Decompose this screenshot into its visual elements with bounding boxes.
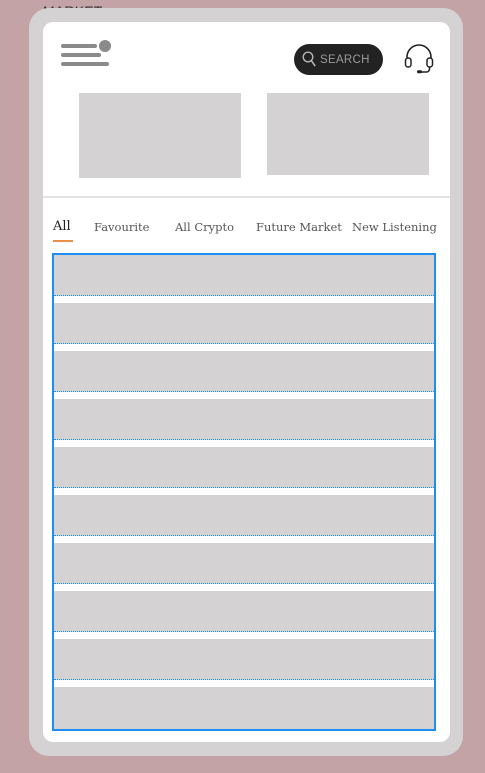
market-list — [52, 253, 436, 731]
tab-future-market[interactable]: Future Market — [256, 220, 342, 234]
list-item[interactable] — [54, 543, 434, 584]
menu-icon-dot — [99, 40, 111, 52]
search-box[interactable] — [294, 44, 383, 75]
menu-icon-bar — [61, 53, 101, 57]
list-item[interactable] — [54, 447, 434, 488]
list-item[interactable] — [54, 351, 434, 392]
list-item[interactable] — [54, 495, 434, 536]
menu-icon-bar — [61, 44, 97, 48]
list-item[interactable] — [54, 399, 434, 440]
menu-icon-bar — [61, 62, 109, 66]
headset-icon[interactable] — [403, 43, 435, 75]
search-input[interactable] — [320, 44, 378, 75]
banner-placeholder[interactable] — [79, 93, 241, 178]
list-item[interactable] — [54, 303, 434, 344]
divider — [43, 196, 450, 198]
menu-icon[interactable] — [61, 40, 111, 68]
phone-screen: All Favourite All Crypto Future Market N… — [43, 22, 450, 742]
tab-all[interactable]: All — [53, 219, 71, 234]
list-item[interactable] — [54, 255, 434, 296]
tab-new-listening[interactable]: New Listening — [352, 220, 437, 234]
tab-bar: All Favourite All Crypto Future Market N… — [43, 218, 450, 248]
tab-all-crypto[interactable]: All Crypto — [175, 220, 234, 234]
list-item[interactable] — [54, 687, 434, 729]
search-icon — [302, 51, 316, 67]
tab-favourite[interactable]: Favourite — [94, 220, 149, 234]
banner-placeholder[interactable] — [267, 93, 429, 175]
list-item[interactable] — [54, 591, 434, 632]
list-item[interactable] — [54, 639, 434, 680]
active-tab-indicator — [53, 240, 73, 242]
